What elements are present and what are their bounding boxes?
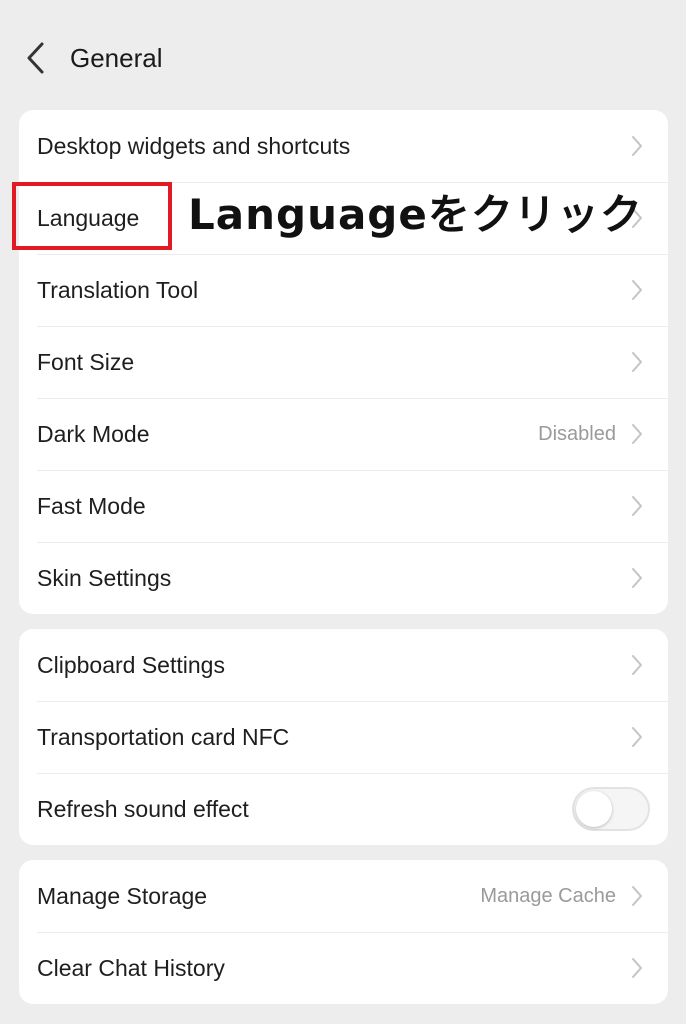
row-label: Skin Settings — [37, 565, 172, 591]
chevron-right-icon — [632, 958, 642, 978]
chevron-right-icon — [632, 496, 642, 516]
row-clear-chat-history[interactable]: Clear Chat History — [19, 932, 668, 1004]
chevron-right-icon — [632, 727, 642, 747]
row-clipboard-settings[interactable]: Clipboard Settings — [19, 629, 668, 701]
chevron-right-icon — [632, 136, 642, 156]
chevron-left-icon[interactable] — [20, 38, 52, 78]
row-label: Transportation card NFC — [37, 724, 290, 750]
header: General — [0, 0, 686, 110]
row-label: Desktop widgets and shortcuts — [37, 133, 351, 159]
row-label: Manage Storage — [37, 883, 208, 909]
toggle-knob — [576, 791, 612, 827]
row-transportation-card-nfc[interactable]: Transportation card NFC — [19, 701, 668, 773]
settings-group-storage: Manage Storage Manage Cache Clear Chat H… — [19, 860, 668, 1004]
row-value: Disabled — [538, 423, 616, 445]
row-label: Font Size — [37, 349, 135, 375]
general-settings-page: General Desktop widgets and shortcuts La… — [0, 0, 686, 1024]
language-highlight-box — [12, 182, 172, 250]
chevron-right-icon — [632, 568, 642, 588]
row-fast-mode[interactable]: Fast Mode — [19, 470, 668, 542]
chevron-right-icon — [632, 352, 642, 372]
row-refresh-sound-effect: Refresh sound effect — [19, 773, 668, 845]
chevron-right-icon — [632, 280, 642, 300]
row-translation-tool[interactable]: Translation Tool — [19, 254, 668, 326]
row-label: Fast Mode — [37, 493, 146, 519]
row-label: Clipboard Settings — [37, 652, 225, 678]
page-title: General — [70, 43, 163, 73]
row-value: Manage Cache — [480, 885, 616, 907]
row-font-size[interactable]: Font Size — [19, 326, 668, 398]
annotation-text: Languageをクリック — [188, 190, 643, 239]
row-label: Dark Mode — [37, 421, 150, 447]
refresh-sound-toggle[interactable] — [572, 787, 650, 831]
chevron-right-icon — [632, 655, 642, 675]
row-label: Translation Tool — [37, 277, 199, 303]
row-dark-mode[interactable]: Dark Mode Disabled — [19, 398, 668, 470]
row-desktop-widgets[interactable]: Desktop widgets and shortcuts — [19, 110, 668, 182]
chevron-right-icon — [632, 424, 642, 444]
row-label: Refresh sound effect — [37, 796, 249, 822]
settings-group-tools: Clipboard Settings Transportation card N… — [19, 629, 668, 845]
row-label: Clear Chat History — [37, 955, 225, 981]
row-skin-settings[interactable]: Skin Settings — [19, 542, 668, 614]
chevron-right-icon — [632, 886, 642, 906]
row-manage-storage[interactable]: Manage Storage Manage Cache — [19, 860, 668, 932]
